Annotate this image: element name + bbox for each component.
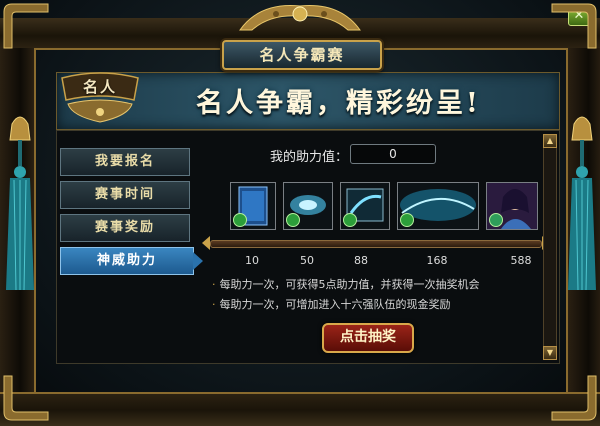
gift-icon <box>489 213 503 227</box>
event-window: ✕ 名人 名人争霸，精彩纷呈! 名人争霸赛 我要报名 赛事时间 赛事奖励 神威助… <box>0 0 600 426</box>
reward-card-hero[interactable] <box>486 182 538 230</box>
corner-ornament-icon <box>3 3 49 49</box>
frame-bottom-border <box>0 392 600 426</box>
milestone-label: 88 <box>354 254 368 267</box>
tab-rewards[interactable]: 赛事奖励 <box>60 214 190 242</box>
clock-icon <box>343 213 357 227</box>
clock-icon <box>400 213 414 227</box>
reward-card-energy[interactable] <box>340 182 390 230</box>
bell-tassel-icon <box>6 116 34 291</box>
rule-note-text: 每助力一次，可获得5点助力值，并获得一次抽奖机会 <box>219 278 480 291</box>
lottery-draw-button[interactable]: 点击抽奖 <box>322 323 414 353</box>
milestone-label: 50 <box>300 254 314 267</box>
scrollbar-track[interactable] <box>543 134 557 360</box>
banner-badge-label: 名人 <box>82 78 117 96</box>
tab-sign-up[interactable]: 我要报名 <box>60 148 190 176</box>
reward-card-book[interactable] <box>230 182 276 230</box>
assist-progress-track <box>210 240 542 248</box>
bell-tassel-icon <box>568 116 596 291</box>
window-title: 名人争霸赛 <box>222 40 382 70</box>
rule-note-text: 每助力一次，可增加进入十六强队伍的现金奖励 <box>219 298 451 311</box>
assist-value-label: 我的助力值： <box>270 150 349 165</box>
assist-value-field: 0 <box>350 144 436 164</box>
banner-slogan: 名人争霸，精彩纷呈! <box>196 88 481 119</box>
milestone-label: 168 <box>426 254 448 267</box>
corner-ornament-icon <box>551 3 597 49</box>
scroll-up-button[interactable]: ▲ <box>543 134 557 148</box>
corner-ornament-icon <box>3 375 49 421</box>
track-left-cap-icon <box>202 236 210 250</box>
scroll-down-button[interactable]: ▼ <box>543 346 557 360</box>
milestone-label: 10 <box>245 254 259 267</box>
milestone-label: 588 <box>510 254 532 267</box>
rule-note: · 每助力一次，可获得5点助力值，并获得一次抽奖机会 <box>212 278 480 291</box>
dragon-crest-icon <box>239 5 361 31</box>
reward-card-title[interactable] <box>397 182 479 230</box>
corner-ornament-icon <box>551 375 597 421</box>
clock-icon <box>233 213 247 227</box>
tab-divine-assist[interactable]: 神威助力 <box>60 247 203 275</box>
tab-schedule[interactable]: 赛事时间 <box>60 181 190 209</box>
clock-icon <box>286 213 300 227</box>
reward-card-spirit[interactable] <box>283 182 333 230</box>
rule-note: · 每助力一次，可增加进入十六强队伍的现金奖励 <box>212 298 451 311</box>
